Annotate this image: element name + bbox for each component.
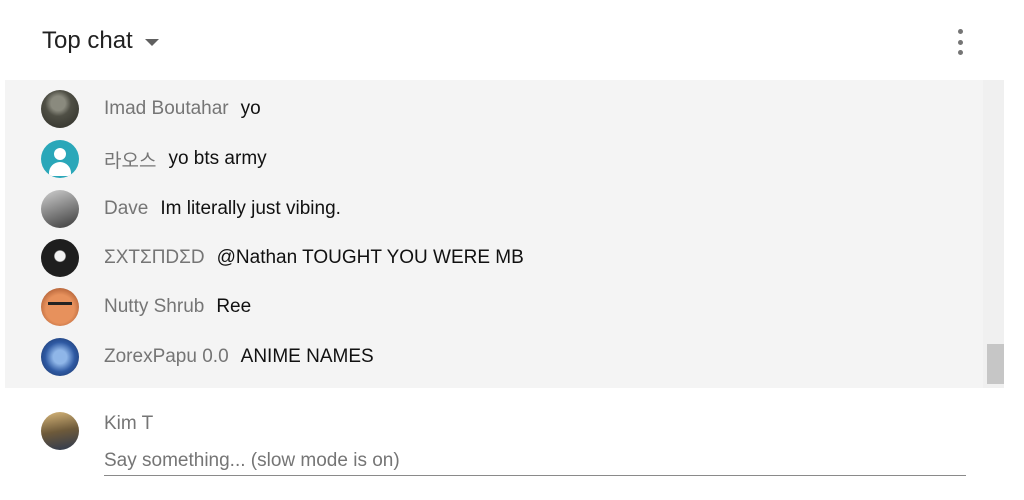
chat-header: Top chat	[0, 0, 1024, 80]
default-person-avatar[interactable]	[41, 140, 79, 178]
message-text: ANIME NAMES	[240, 346, 374, 367]
message-author[interactable]: ZorexPapu 0.0	[104, 346, 229, 368]
more-vertical-icon	[957, 29, 963, 34]
chat-scrollbar-thumb[interactable]	[987, 344, 1004, 384]
current-user-avatar	[41, 412, 79, 450]
chat-message: ΣXTΣПDΣD @Nathan TOUGHT YOU WERE MB	[41, 238, 524, 278]
chat-composer: Kim T	[0, 388, 1024, 500]
user-avatar[interactable]	[41, 288, 79, 326]
message-text: yo	[240, 98, 261, 119]
message-text: Im literally just vibing.	[160, 198, 341, 219]
chat-message: 라오스 yo bts army	[41, 139, 267, 179]
message-text: yo bts army	[168, 148, 267, 169]
message-author[interactable]: Nutty Shrub	[104, 296, 204, 318]
message-text: Ree	[216, 296, 252, 317]
chat-message-input[interactable]	[104, 446, 966, 476]
message-author[interactable]: Imad Boutahar	[104, 98, 229, 120]
user-avatar[interactable]	[41, 190, 79, 228]
chat-message: ZorexPapu 0.0 ANIME NAMES	[41, 337, 374, 377]
chat-scrollbar-track[interactable]	[983, 80, 1004, 388]
more-options-button[interactable]	[950, 26, 970, 58]
message-author[interactable]: 라오스	[104, 146, 156, 173]
top-chat-dropdown[interactable]: Top chat	[42, 26, 159, 56]
caret-down-icon	[144, 38, 159, 46]
user-avatar[interactable]	[41, 239, 79, 277]
chat-message-list[interactable]: Imad Boutahar yo 라오스 yo bts army Dave Im…	[5, 80, 1004, 388]
chat-message: Nutty Shrub Ree	[41, 287, 251, 327]
message-author[interactable]: Dave	[104, 198, 148, 220]
current-user-name: Kim T	[104, 413, 154, 434]
user-avatar[interactable]	[41, 90, 79, 128]
message-author[interactable]: ΣXTΣПDΣD	[104, 247, 205, 269]
chat-mode-title: Top chat	[42, 27, 133, 54]
chat-message: Dave Im literally just vibing.	[41, 189, 341, 229]
user-avatar[interactable]	[41, 338, 79, 376]
message-text: @Nathan TOUGHT YOU WERE MB	[216, 247, 524, 268]
chat-message: Imad Boutahar yo	[41, 89, 261, 129]
